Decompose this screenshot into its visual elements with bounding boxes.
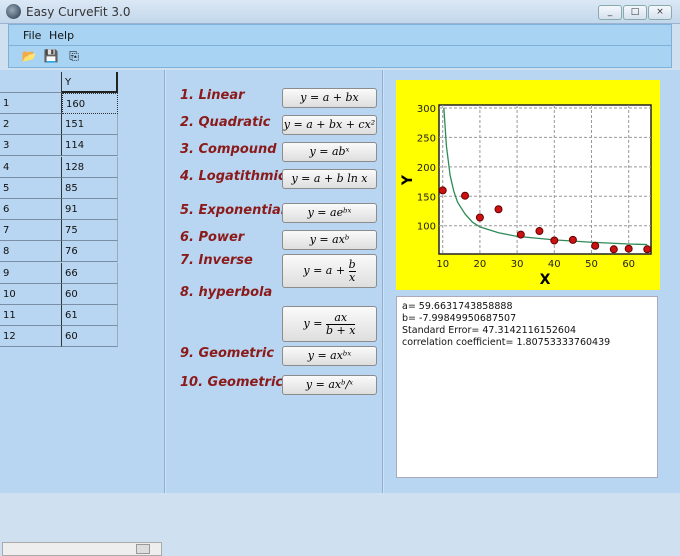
data-point (609, 245, 618, 254)
grid-cell-y[interactable]: 76 (62, 241, 118, 263)
window-title: Easy CurveFit 3.0 (26, 5, 131, 19)
row-header[interactable]: 11 (0, 305, 62, 326)
x-tick-label: 40 (548, 259, 561, 270)
row-header[interactable]: 3 (0, 135, 62, 157)
row-header[interactable]: 7 (0, 220, 62, 242)
row-header[interactable]: 2 (0, 114, 62, 136)
grid-corner (0, 72, 62, 93)
row-header[interactable]: 4 (0, 156, 62, 178)
close-button[interactable]: × (648, 5, 672, 20)
open-folder-icon[interactable]: 📂 (21, 49, 37, 64)
data-point (550, 236, 559, 245)
model-label: 5. Exponential (180, 203, 286, 218)
model-button[interactable]: y = axᵇˣ (282, 346, 377, 366)
plot-area (438, 104, 652, 255)
row-header[interactable]: 8 (0, 241, 62, 263)
model-label: 2. Quadratic (180, 115, 271, 130)
result-b: b= -7.99849950687507 (402, 313, 517, 324)
model-button[interactable]: y = a + bx (282, 88, 377, 108)
row-header[interactable]: 5 (0, 177, 62, 199)
data-point (494, 205, 503, 214)
data-point (568, 235, 577, 244)
model-label: 4. Logatithmic (180, 169, 286, 184)
grid-cell-y[interactable]: 160 (62, 93, 118, 114)
result-a: a= 59.6631743858888 (402, 301, 513, 312)
model-button[interactable]: y = a + bx + cx² (282, 115, 377, 135)
grid-cell-y[interactable]: 75 (62, 220, 118, 242)
model-button[interactable]: y = axᵇ/ˣ (282, 375, 377, 395)
y-axis-label: Y (400, 174, 416, 186)
row-header[interactable]: 10 (0, 283, 62, 305)
grid-cell-y[interactable]: 151 (62, 114, 118, 136)
x-tick-label: 20 (474, 259, 487, 270)
row-header[interactable]: 9 (0, 262, 62, 284)
y-tick-label: 100 (417, 222, 436, 233)
grid-cell-y[interactable]: 60 (62, 326, 118, 348)
x-tick-label: 10 (436, 259, 449, 270)
data-point (475, 213, 484, 222)
toolbar: 📂 💾 ⎘ (8, 46, 672, 68)
menu-help[interactable]: Help (49, 29, 74, 42)
model-button[interactable]: y = a + b ln x (282, 169, 377, 189)
model-button[interactable]: y = aeᵇˣ (282, 203, 377, 223)
app-icon (6, 4, 21, 19)
grid-cell-y[interactable]: 61 (62, 305, 118, 326)
horizontal-scrollbar[interactable] (2, 542, 162, 556)
row-header[interactable]: 6 (0, 199, 62, 220)
x-tick-label: 30 (511, 259, 524, 270)
scroll-thumb[interactable] (136, 544, 150, 554)
grid-cell-y[interactable]: 91 (62, 199, 118, 220)
copy-icon[interactable]: ⎘ (66, 49, 82, 64)
data-point (591, 241, 600, 250)
x-tick-label: 60 (622, 259, 635, 270)
x-tick-label: 50 (585, 259, 598, 270)
maximize-button[interactable]: □ (623, 5, 647, 20)
chart: 10 20 30 40 50 60 100 150 200 250 300 X Y (396, 80, 660, 290)
data-grid-panel: Y 1 160 2 151 3 114 4 128 5 85 6 91 7 75 8 76 9 66 10 60 11 61… (0, 70, 165, 556)
grid-cell-y[interactable]: 114 (62, 135, 118, 157)
y-tick-label: 300 (417, 104, 436, 115)
model-button[interactable]: y = abˣ (282, 142, 377, 162)
model-button[interactable]: y = a + bx (282, 254, 377, 288)
result-std-error: Standard Error= 47.3142116152604 (402, 325, 577, 336)
model-button[interactable]: y = axᵇ (282, 230, 377, 250)
data-point (643, 245, 652, 254)
model-label: 8. hyperbola (180, 285, 273, 300)
menu-bar: File Help (8, 24, 672, 46)
y-tick-label: 200 (417, 163, 436, 174)
model-panel: 1. Linear y = a + bx 2. Quadratic y = a + b… (166, 70, 383, 493)
y-tick-label: 150 (417, 192, 436, 203)
grid-cell-y[interactable]: 66 (62, 262, 118, 284)
row-header[interactable]: 1 (0, 93, 62, 114)
result-correlation: correlation coefficient= 1.8075333376043… (402, 337, 611, 348)
data-point (624, 244, 633, 253)
model-label: 6. Power (180, 230, 245, 245)
model-label: 1. Linear (180, 88, 245, 103)
output-panel: 10 20 30 40 50 60 100 150 200 250 300 X Y a= 59.6631… (384, 70, 680, 493)
column-header-y[interactable]: Y (62, 72, 118, 93)
results-box[interactable]: a= 59.6631743858888 b= -7.99849950687507… (396, 296, 658, 478)
menu-file[interactable]: File (23, 29, 41, 42)
grid-cell-y[interactable]: 128 (62, 156, 118, 178)
row-header[interactable]: 12 (0, 326, 62, 348)
grid-cell-y[interactable]: 60 (62, 283, 118, 305)
model-button[interactable]: y = ax b + x (282, 306, 377, 342)
x-axis-label: X (540, 272, 551, 288)
data-point (535, 227, 544, 236)
model-label: 10. Geometric2 (180, 375, 293, 390)
grid-cell-y[interactable]: 85 (62, 177, 118, 199)
data-point (438, 186, 447, 195)
model-label: 3. Compound (180, 142, 277, 157)
title-bar: Easy CurveFit 3.0 _ □ × (0, 0, 680, 24)
model-label: 9. Geometric (180, 346, 275, 361)
save-icon[interactable]: 💾 (43, 49, 59, 64)
data-point (461, 191, 470, 200)
model-label: 7. Inverse (180, 253, 253, 268)
minimize-button[interactable]: _ (598, 5, 622, 20)
data-point (516, 230, 525, 239)
y-tick-label: 250 (417, 133, 436, 144)
